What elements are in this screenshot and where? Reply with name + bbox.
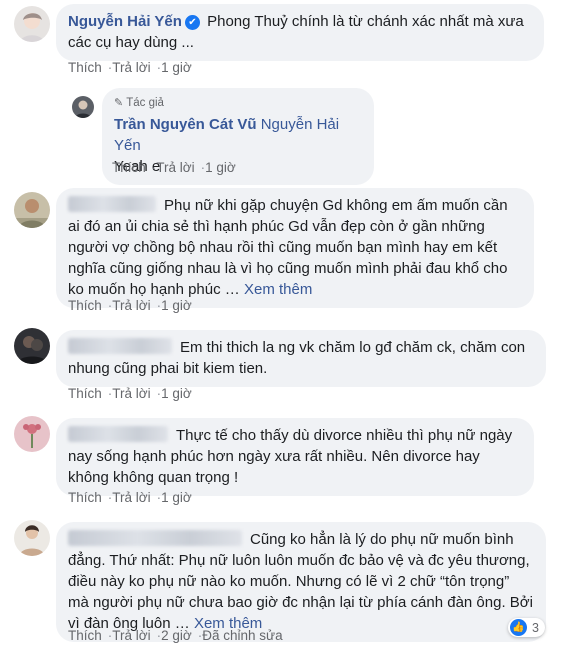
pen-icon: ✎ bbox=[114, 97, 124, 109]
comment-bubble: Nguyễn Hải Yến ✔ Phong Thuỷ chính là từ c… bbox=[56, 4, 544, 61]
comment-actions: Thích ·Trả lời ·1 giờ bbox=[68, 60, 192, 75]
like-button[interactable]: Thích bbox=[68, 298, 102, 313]
comment-time[interactable]: 1 giờ bbox=[161, 490, 192, 505]
edited-label[interactable]: Đã chỉnh sửa bbox=[202, 628, 282, 643]
avatar[interactable] bbox=[14, 6, 50, 42]
like-button[interactable]: Thích bbox=[68, 60, 102, 75]
reaction-count: 3 bbox=[532, 620, 539, 635]
like-button[interactable]: Thích bbox=[68, 386, 102, 401]
blurred-author-name bbox=[68, 530, 242, 546]
comment-actions: Thích ·Trả lời ·1 giờ bbox=[68, 386, 192, 401]
reply-button[interactable]: Trả lời bbox=[156, 160, 194, 175]
comment-time[interactable]: 1 giờ bbox=[161, 386, 192, 401]
like-reaction-icon: 👍 bbox=[510, 619, 527, 636]
verified-badge-icon: ✔ bbox=[184, 15, 200, 30]
like-button[interactable]: Thích bbox=[68, 490, 102, 505]
reaction-summary[interactable]: 👍 3 bbox=[508, 618, 545, 637]
comment-bubble: Thực tế cho thấy dù divorce nhiều thì ph… bbox=[56, 418, 534, 496]
comment-bubble: Em thi thich la ng vk chăm lo gđ chăm ck… bbox=[56, 330, 546, 387]
comment-actions: Thích ·Trả lời ·1 giờ bbox=[112, 160, 236, 175]
comment-time[interactable]: 1 giờ bbox=[205, 160, 236, 175]
author-badge-label: Tác giả bbox=[126, 97, 164, 109]
see-more-link[interactable]: Xem thêm bbox=[244, 281, 312, 298]
avatar[interactable] bbox=[72, 96, 94, 118]
avatar[interactable] bbox=[14, 416, 50, 452]
comment-bubble: Cũng ko hẳn là lý do phụ nữ muốn bình đẳ… bbox=[56, 522, 546, 642]
blurred-author-name bbox=[68, 338, 172, 354]
comment-actions: Thích ·Trả lời ·2 giờ ·Đã chỉnh sửa bbox=[68, 628, 283, 643]
comment-author[interactable]: Trần Nguyên Cát Vũ bbox=[114, 116, 257, 133]
reply-button[interactable]: Trả lời bbox=[112, 628, 150, 643]
comment-actions: Thích ·Trả lời ·1 giờ bbox=[68, 490, 192, 505]
avatar[interactable] bbox=[14, 192, 50, 228]
reply-button[interactable]: Trả lời bbox=[112, 298, 150, 313]
comment-author[interactable]: Nguyễn Hải Yến bbox=[68, 13, 182, 30]
comment-text: Cũng ko hẳn là lý do phụ nữ muốn bình đẳ… bbox=[68, 531, 533, 632]
comment-actions: Thích ·Trả lời ·1 giờ bbox=[68, 298, 192, 313]
comment-time[interactable]: 1 giờ bbox=[161, 60, 192, 75]
like-button[interactable]: Thích bbox=[68, 628, 102, 643]
reply-button[interactable]: Trả lời bbox=[112, 60, 150, 75]
author-badge: ✎ Tác giả bbox=[114, 93, 362, 114]
comment-time[interactable]: 2 giờ bbox=[161, 628, 192, 643]
reply-button[interactable]: Trả lời bbox=[112, 490, 150, 505]
avatar[interactable] bbox=[14, 520, 50, 556]
avatar[interactable] bbox=[14, 328, 50, 364]
like-button[interactable]: Thích bbox=[112, 160, 146, 175]
reply-button[interactable]: Trả lời bbox=[112, 386, 150, 401]
comment-time[interactable]: 1 giờ bbox=[161, 298, 192, 313]
blurred-author-name bbox=[68, 196, 156, 212]
comment-bubble: Phụ nữ khi gặp chuyện Gd không em ấm muố… bbox=[56, 188, 534, 308]
blurred-author-name bbox=[68, 426, 168, 442]
